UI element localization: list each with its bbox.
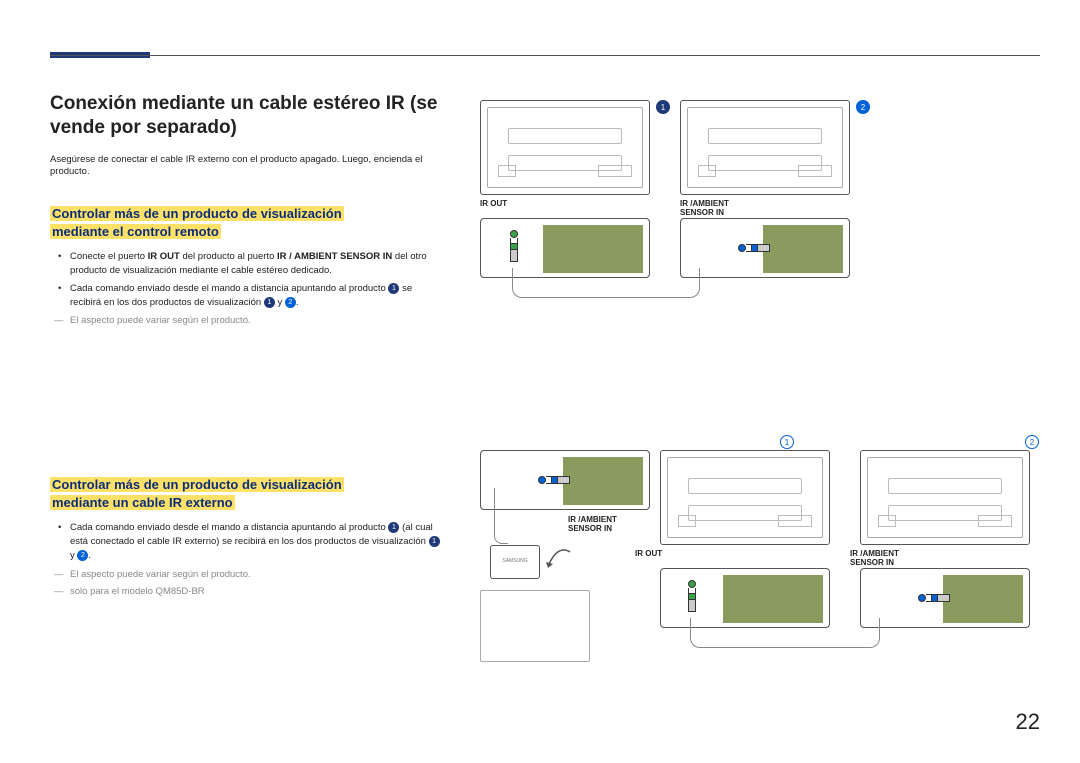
right-column: 1 2 IR OUT IR /AMBIENTSENSOR IN	[480, 100, 1040, 560]
port-label-irambient: IR /AMBIENTSENSOR IN	[850, 550, 899, 568]
ir-receiver-box: SAMSUNG	[490, 545, 540, 579]
text: y	[275, 297, 285, 308]
page-number: 22	[1016, 709, 1040, 735]
arrow-icon	[544, 542, 574, 570]
text: Conecte el puerto	[70, 251, 148, 262]
display-1-back	[660, 450, 830, 545]
brand-label: SAMSUNG	[491, 558, 539, 564]
text: SENSOR IN	[568, 524, 612, 533]
bold-text: IR OUT	[148, 251, 180, 262]
highlighted-text: mediante el control remoto	[50, 224, 221, 239]
text: del producto al puerto	[180, 251, 277, 262]
display-2-back	[860, 450, 1030, 545]
cable	[494, 488, 508, 544]
port-label-irout: IR OUT	[635, 550, 662, 559]
text: y	[70, 550, 77, 561]
footnote: El aspecto puede variar según el product…	[50, 315, 445, 326]
footnote: El aspecto puede variar según el product…	[50, 569, 445, 580]
port-label-irambient: IR /AMBIENTSENSOR IN	[680, 200, 729, 218]
number-badge-1: 1	[264, 297, 275, 308]
text: Cada comando enviado desde el mando a di…	[70, 522, 388, 533]
number-badge-1: 1	[429, 536, 440, 547]
number-badge-1: 1	[388, 283, 399, 294]
text: .	[296, 297, 299, 308]
number-badge-1: 1	[388, 522, 399, 533]
display-2-back	[680, 100, 850, 195]
port-label-irambient: IR /AMBIENTSENSOR IN	[568, 516, 617, 534]
tag-1-outline: 1	[780, 435, 794, 449]
aux-box	[480, 590, 590, 662]
footnote: solo para el modelo QM85D-BR	[50, 586, 445, 597]
bullet-list: Cada comando enviado desde el mando a di…	[50, 521, 445, 562]
port-green-area	[943, 575, 1023, 623]
audio-jack-green	[510, 230, 518, 266]
port-green-area	[723, 575, 823, 623]
number-badge-2: 2	[285, 297, 296, 308]
number-badge-2: 2	[77, 550, 88, 561]
port-green-area	[763, 225, 843, 273]
diagram-bottom: IR /AMBIENTSENSOR IN SAMSUNG 1 2 IR OUT …	[480, 450, 1040, 710]
left-column: Conexión mediante un cable estéreo IR (s…	[50, 92, 445, 597]
text: SENSOR IN	[680, 208, 724, 217]
section-1: Controlar más de un producto de visualiz…	[50, 205, 445, 326]
highlighted-text: Controlar más de un producto de visualiz…	[50, 206, 344, 221]
audio-jack-green	[688, 580, 696, 616]
tag-1: 1	[656, 100, 670, 114]
tag-2-outline: 2	[1025, 435, 1039, 449]
audio-jack-blue	[738, 244, 774, 252]
text: Cada comando enviado desde el mando a di…	[70, 283, 388, 294]
page-rule	[50, 55, 1040, 56]
page-title: Conexión mediante un cable estéreo IR (s…	[50, 92, 445, 140]
section-1-heading: Controlar más de un producto de visualiz…	[50, 205, 445, 240]
bullet-item: Conecte el puerto IR OUT del producto al…	[70, 250, 445, 278]
diagram-top: 1 2 IR OUT IR /AMBIENTSENSOR IN	[480, 100, 1040, 300]
text: IR /AMBIENT	[680, 199, 729, 208]
tag-2: 2	[856, 100, 870, 114]
cable	[690, 618, 880, 648]
highlighted-text: Controlar más de un producto de visualiz…	[50, 477, 344, 492]
bullet-item: Cada comando enviado desde el mando a di…	[70, 282, 445, 310]
cable	[512, 268, 700, 298]
highlighted-text: mediante un cable IR externo	[50, 495, 235, 510]
port-green-area	[543, 225, 643, 273]
audio-jack-blue	[538, 476, 574, 484]
port-label-irout: IR OUT	[480, 200, 507, 209]
intro-text: Asegúrese de conectar el cable IR extern…	[50, 154, 445, 180]
bullet-item: Cada comando enviado desde el mando a di…	[70, 521, 445, 562]
section-2: Controlar más de un producto de visualiz…	[50, 476, 445, 596]
text: .	[88, 550, 91, 561]
text: SENSOR IN	[850, 558, 894, 567]
display-1-back	[480, 100, 650, 195]
section-2-heading: Controlar más de un producto de visualiz…	[50, 476, 445, 511]
text: IR /AMBIENT	[850, 549, 899, 558]
bullet-list: Conecte el puerto IR OUT del producto al…	[50, 250, 445, 309]
text: IR /AMBIENT	[568, 515, 617, 524]
port-green-area	[563, 457, 643, 505]
audio-jack-blue	[918, 594, 954, 602]
bold-text: IR / AMBIENT SENSOR IN	[277, 251, 392, 262]
